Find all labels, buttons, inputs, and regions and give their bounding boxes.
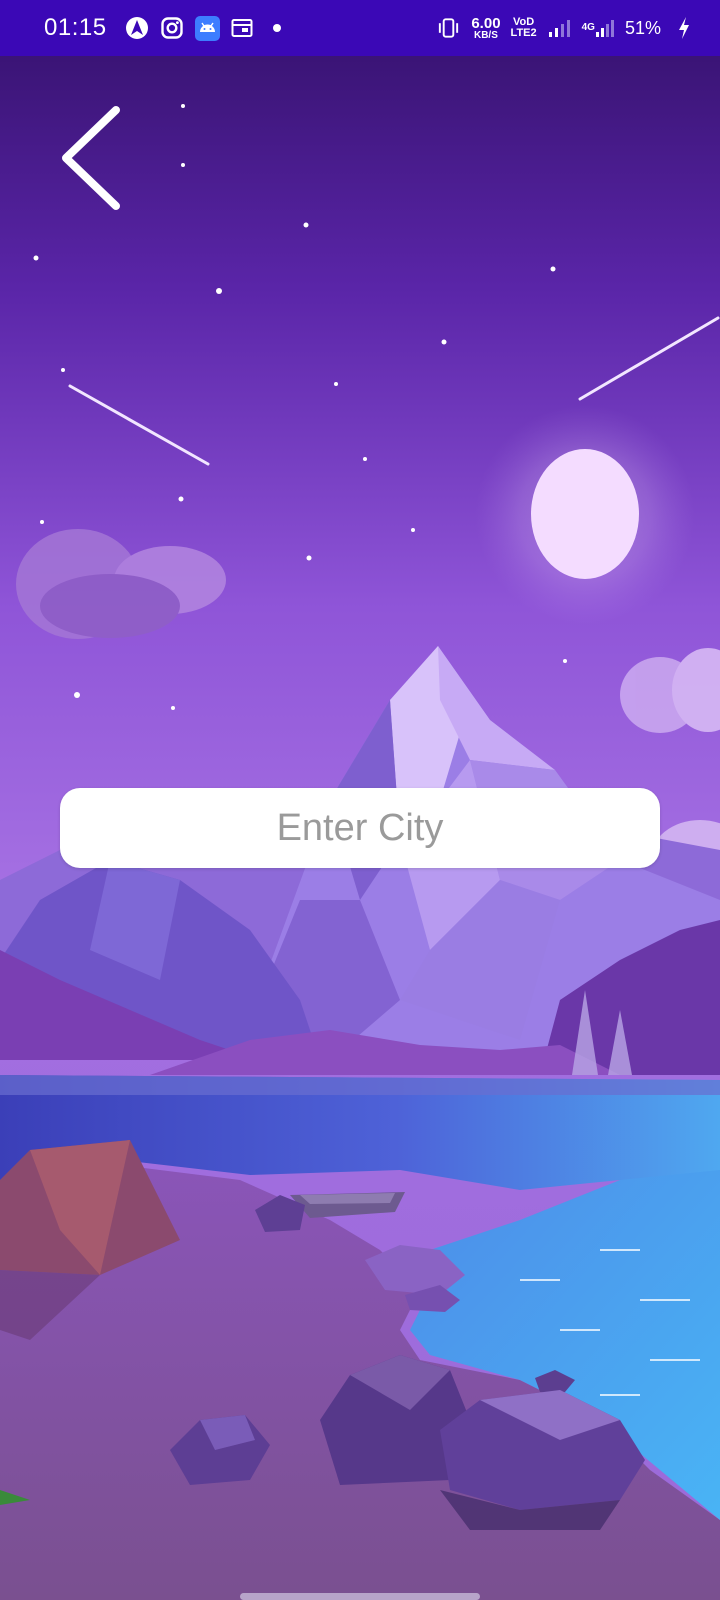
mobile-data-signal: 4G	[582, 17, 615, 39]
network-speed-value: 6.00	[471, 14, 501, 32]
data-type-label: 4G	[581, 22, 595, 33]
moon	[531, 449, 639, 579]
city-search-input[interactable]	[60, 788, 660, 868]
notification-icons	[125, 15, 290, 41]
network-speed-unit: KB/S	[473, 29, 498, 41]
signal-strength-icon	[547, 16, 572, 41]
dot-icon	[265, 16, 290, 41]
gesture-navigation-handle[interactable]	[240, 1593, 480, 1600]
chevron-left-icon	[62, 106, 120, 210]
status-bar: 01:15 6.00 KB/S VoD LTE2 4G 51%	[0, 0, 720, 56]
network-speed: 6.00 KB/S	[471, 16, 500, 41]
vibrate-icon	[436, 16, 461, 41]
system-status-icons: 6.00 KB/S VoD LTE2 4G 51%	[436, 16, 696, 41]
instagram-icon	[160, 16, 185, 41]
android-icon	[194, 15, 220, 41]
navigation-arrow-icon	[125, 16, 150, 41]
charging-bolt-icon	[671, 16, 696, 41]
status-time: 01:15	[44, 14, 107, 41]
calendar-icon	[230, 16, 255, 41]
weather-search-screen: 01:15 6.00 KB/S VoD LTE2 4G 51% Enter Ci…	[0, 0, 720, 1600]
volte-indicator: VoD LTE2	[511, 17, 537, 39]
battery-percent: 51%	[624, 17, 661, 38]
back-button[interactable]	[56, 100, 128, 210]
volte-bottom-text: LTE2	[510, 27, 537, 39]
signal-bars-icon	[595, 20, 614, 37]
